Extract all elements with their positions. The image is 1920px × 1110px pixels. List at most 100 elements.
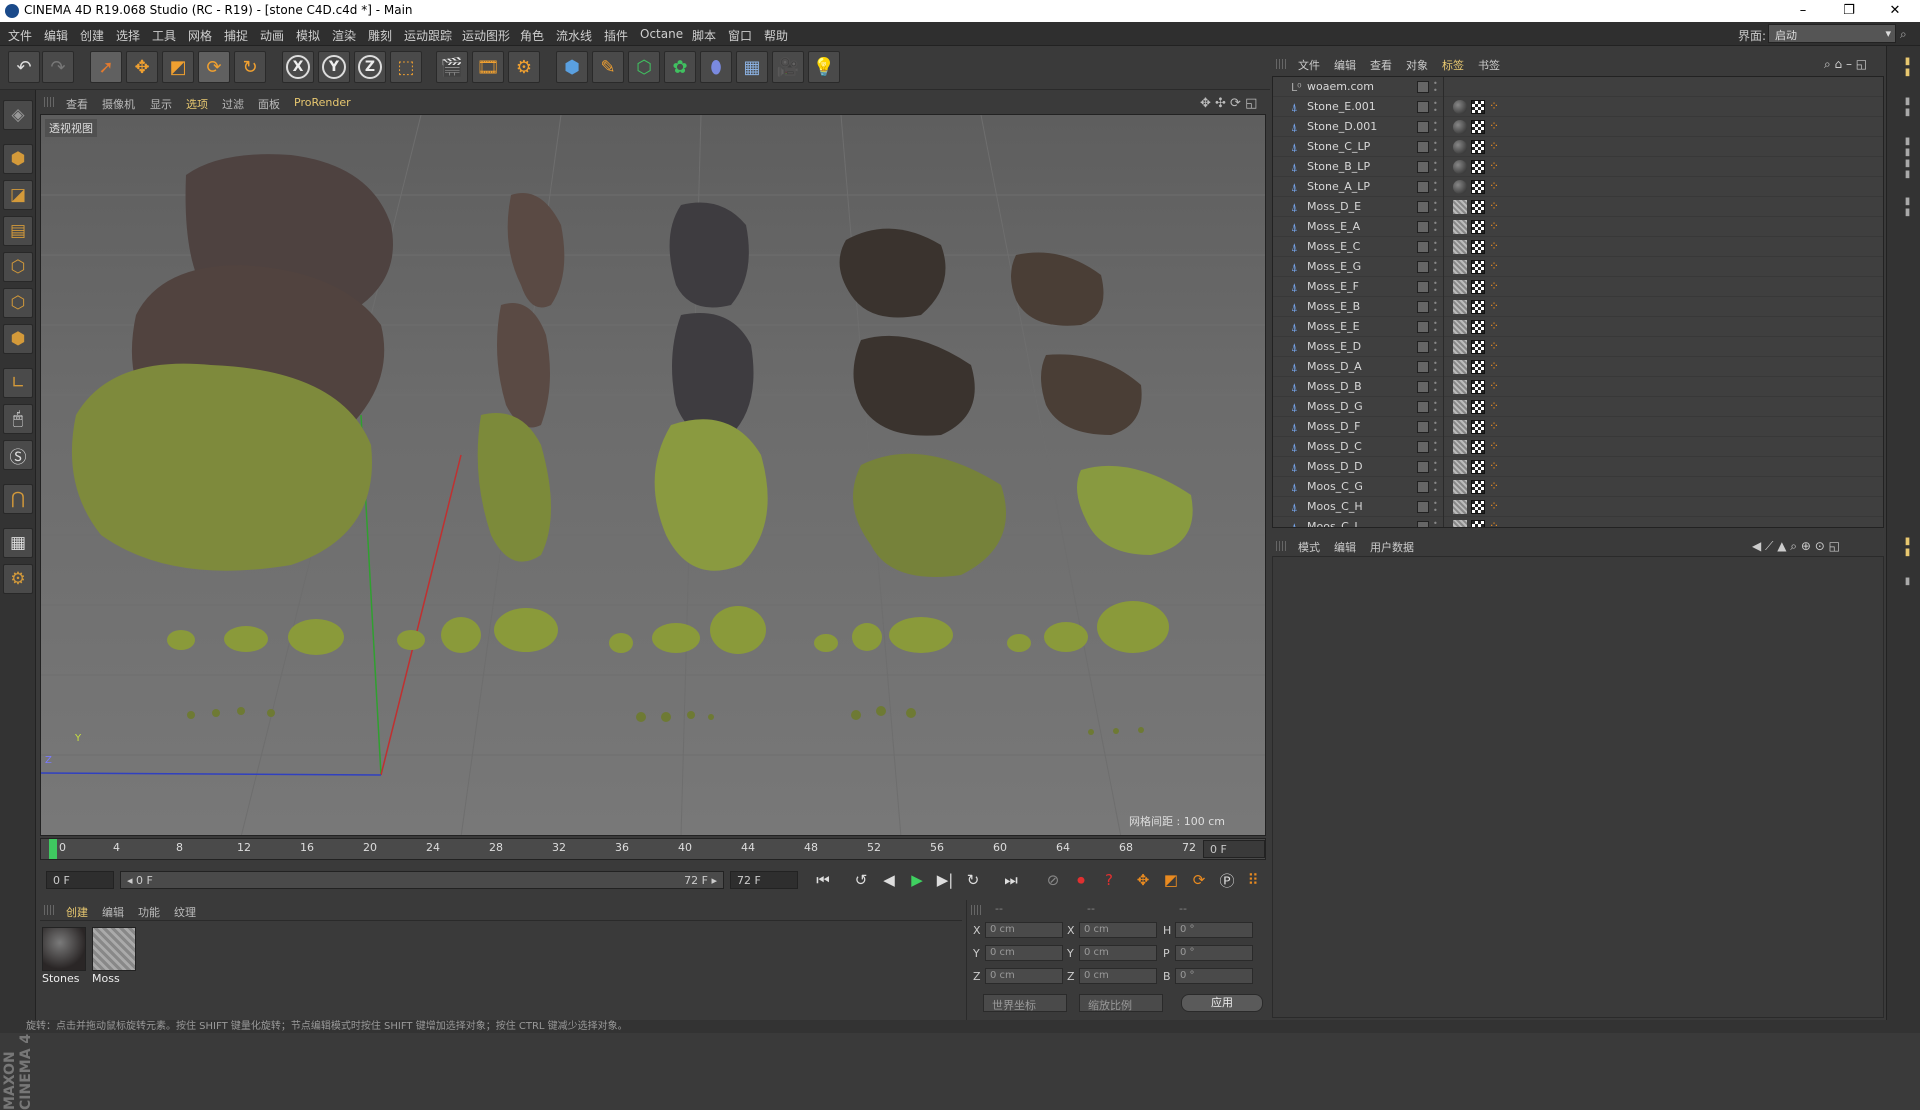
object-row[interactable]: ⍋ Moss_D_F • • ⁘ xyxy=(1273,417,1883,437)
size-y-field[interactable]: 0 cm xyxy=(1079,945,1157,961)
viewport-menu-display[interactable]: 显示 xyxy=(150,96,172,112)
render-dots[interactable]: •• xyxy=(1433,260,1438,275)
object-row[interactable]: ⍋ Moss_E_F • • ⁘ xyxy=(1273,277,1883,297)
render-dots[interactable]: •• xyxy=(1433,320,1438,335)
visibility-toggle[interactable] xyxy=(1417,501,1429,513)
material-tag-icon[interactable] xyxy=(1453,260,1467,274)
rotation-h-field[interactable]: 0 ° xyxy=(1175,922,1253,938)
subdivision-surface-icon[interactable]: ⬡ xyxy=(628,51,660,83)
record-parameter-icon[interactable]: Ⓟ xyxy=(1214,867,1240,893)
uvw-tag-icon[interactable] xyxy=(1471,180,1485,194)
visibility-toggle[interactable] xyxy=(1417,141,1429,153)
camera-icon[interactable]: 🎥 xyxy=(772,51,804,83)
tab-layers-icon[interactable]: ▮▮ xyxy=(1895,196,1913,218)
visibility-toggle[interactable] xyxy=(1417,321,1429,333)
viewport-menu-camera[interactable]: 摄像机 xyxy=(102,96,135,112)
moss-tall-stone[interactable] xyxy=(477,413,551,562)
polygon-selection-tag-icon[interactable]: ⁘ xyxy=(1489,459,1499,473)
panel-grip-icon[interactable] xyxy=(44,905,54,915)
object-manager-tool-icons[interactable]: ⌕ ⌂ – ◱ xyxy=(1824,57,1867,72)
polygon-selection-tag-icon[interactable]: ⁘ xyxy=(1489,259,1499,273)
material-tag-icon[interactable] xyxy=(1453,480,1467,494)
material-tag-icon[interactable] xyxy=(1453,100,1467,114)
uvw-tag-icon[interactable] xyxy=(1471,120,1485,134)
record-active-objects-icon[interactable]: ⏺ xyxy=(1068,867,1094,893)
render-settings-icon[interactable]: ⚙ xyxy=(508,51,540,83)
polygon-selection-tag-icon[interactable]: ⁘ xyxy=(1489,399,1499,413)
polygon-selection-tag-icon[interactable]: ⁘ xyxy=(1489,179,1499,193)
uvw-tag-icon[interactable] xyxy=(1471,360,1485,374)
visibility-toggle[interactable] xyxy=(1417,441,1429,453)
menu-edit[interactable]: 编辑 xyxy=(44,27,68,44)
polygon-selection-tag-icon[interactable]: ⁘ xyxy=(1489,119,1499,133)
render-dots[interactable]: •• xyxy=(1433,220,1438,235)
visibility-toggle[interactable] xyxy=(1417,381,1429,393)
record-scale-icon[interactable]: ◩ xyxy=(1158,867,1184,893)
visibility-toggle[interactable] xyxy=(1417,161,1429,173)
object-row[interactable]: ⍋ Stone_D.001 • • ⁘ xyxy=(1273,117,1883,137)
uvw-tag-icon[interactable] xyxy=(1471,220,1485,234)
material-tag-icon[interactable] xyxy=(1453,420,1467,434)
panel-grip-icon[interactable] xyxy=(44,97,54,107)
object-row[interactable]: ⍋ Stone_C_LP • • ⁘ xyxy=(1273,137,1883,157)
object-row[interactable]: ⍋ Stone_E.001 • • ⁘ xyxy=(1273,97,1883,117)
next-frame-icon[interactable]: ▶| xyxy=(932,867,958,893)
menu-mograph[interactable]: 运动图形 xyxy=(462,27,510,44)
render-dots[interactable]: •• xyxy=(1433,280,1438,295)
material-tag-icon[interactable] xyxy=(1453,220,1467,234)
panel-grip-icon[interactable] xyxy=(1276,541,1286,551)
menu-help[interactable]: 帮助 xyxy=(764,27,788,44)
render-dots[interactable]: •• xyxy=(1433,480,1438,495)
uvw-tag-icon[interactable] xyxy=(1471,400,1485,414)
object-menu-objects[interactable]: 对象 xyxy=(1406,57,1428,73)
polygon-selection-tag-icon[interactable]: ⁘ xyxy=(1489,159,1499,173)
material-tag-icon[interactable] xyxy=(1453,500,1467,514)
render-dots[interactable]: •• xyxy=(1433,500,1438,515)
polygon-selection-tag-icon[interactable]: ⁘ xyxy=(1489,239,1499,253)
object-row[interactable]: ⍋ Moos_C_H • • ⁘ xyxy=(1273,497,1883,517)
material-menu-create[interactable]: 创建 xyxy=(66,904,88,920)
rotation-p-field[interactable]: 0 ° xyxy=(1175,945,1253,961)
polygons-mode-icon[interactable]: ⬢ xyxy=(3,324,33,354)
workplane-lock-icon[interactable]: ▦ xyxy=(3,528,33,558)
moss-small-stone[interactable] xyxy=(1077,465,1193,555)
object-menu-edit[interactable]: 编辑 xyxy=(1334,57,1356,73)
material-stones[interactable]: Stones xyxy=(42,927,88,987)
object-menu-file[interactable]: 文件 xyxy=(1298,57,1320,73)
material-menu-edit[interactable]: 编辑 xyxy=(102,904,124,920)
render-dots[interactable]: •• xyxy=(1433,160,1438,175)
uvw-tag-icon[interactable] xyxy=(1471,460,1485,474)
material-tag-icon[interactable] xyxy=(1453,320,1467,334)
visibility-toggle[interactable] xyxy=(1417,301,1429,313)
uvw-tag-icon[interactable] xyxy=(1471,300,1485,314)
panel-grip-icon[interactable] xyxy=(1276,59,1286,69)
material-tag-icon[interactable] xyxy=(1453,240,1467,254)
render-dots[interactable]: •• xyxy=(1433,140,1438,155)
material-tag-icon[interactable] xyxy=(1453,440,1467,454)
menu-octane[interactable]: Octane xyxy=(640,27,683,41)
polygon-selection-tag-icon[interactable]: ⁘ xyxy=(1489,279,1499,293)
attribute-menu-mode[interactable]: 模式 xyxy=(1298,539,1320,555)
polygon-selection-tag-icon[interactable]: ⁘ xyxy=(1489,139,1499,153)
material-tag-icon[interactable] xyxy=(1453,340,1467,354)
material-tag-icon[interactable] xyxy=(1453,200,1467,214)
object-row[interactable]: ⍋ Moss_D_G • • ⁘ xyxy=(1273,397,1883,417)
uvw-tag-icon[interactable] xyxy=(1471,420,1485,434)
object-row[interactable]: ⍋ Moss_E_E • • ⁘ xyxy=(1273,317,1883,337)
uvw-tag-icon[interactable] xyxy=(1471,200,1485,214)
polygon-selection-tag-icon[interactable]: ⁘ xyxy=(1489,419,1499,433)
go-to-start-icon[interactable]: ⏮ xyxy=(810,867,836,893)
uvw-tag-icon[interactable] xyxy=(1471,380,1485,394)
material-menu-texture[interactable]: 纹理 xyxy=(174,904,196,920)
object-menu-view[interactable]: 查看 xyxy=(1370,57,1392,73)
render-picture-viewer-icon[interactable]: 🎞 xyxy=(472,51,504,83)
snap-icon[interactable]: ⋂ xyxy=(3,484,33,514)
menu-plugins[interactable]: 插件 xyxy=(604,27,628,44)
timeline-ruler[interactable]: 0 4 8 12 16 20 24 28 32 36 40 44 48 52 5… xyxy=(40,838,1266,860)
viewport-menu-panel[interactable]: 面板 xyxy=(258,96,280,112)
material-tag-icon[interactable] xyxy=(1453,360,1467,374)
pen-spline-icon[interactable]: ✎ xyxy=(592,51,624,83)
material-tag-icon[interactable] xyxy=(1453,460,1467,474)
render-dots[interactable]: •• xyxy=(1433,100,1438,115)
uvw-tag-icon[interactable] xyxy=(1471,320,1485,334)
